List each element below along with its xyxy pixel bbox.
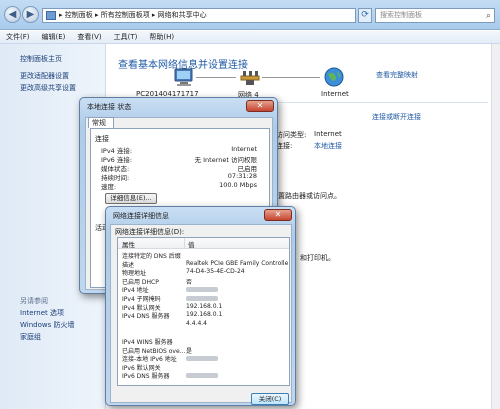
redacted-value: [186, 287, 218, 293]
local-connection-link[interactable]: 本地连接: [314, 141, 342, 151]
sidebar-item-advanced-sharing[interactable]: 更改高级共享设置: [20, 83, 76, 93]
sidebar-item-home[interactable]: 控制面板主页: [20, 54, 62, 64]
access-type-value: Internet: [314, 130, 342, 138]
refresh-icon[interactable]: ⟳: [358, 8, 372, 23]
ipv4-value: Internet: [231, 145, 257, 153]
close-icon[interactable]: ✕: [246, 100, 274, 112]
sidebar-item-adapter-settings[interactable]: 更改适配器设置: [20, 71, 69, 81]
status-dialog-title: 本地连接 状态: [87, 103, 132, 111]
sidebar-item-internet-options[interactable]: Internet 选项: [20, 308, 64, 318]
speed-value: 100.0 Mbps: [219, 181, 257, 189]
forward-button[interactable]: ▶: [22, 6, 39, 23]
partial-text: 设置路由器或访问点。: [271, 192, 341, 200]
redacted-value: [186, 373, 218, 379]
details-button[interactable]: 详细信息(E)...: [105, 193, 157, 204]
internet-label: Internet: [321, 90, 349, 98]
menu-bar: 文件(F) 编辑(E) 查看(V) 工具(T) 帮助(H): [0, 31, 500, 44]
column-divider[interactable]: [184, 238, 185, 249]
globe-icon: [324, 67, 344, 87]
see-also-title: 另请参阅: [20, 297, 48, 305]
tab-general[interactable]: 常规: [88, 117, 114, 128]
partial-text: 和打印机。: [300, 254, 335, 262]
table-row[interactable]: IPv4 DNS 服务器 192.168.0.1: [118, 311, 289, 320]
table-row[interactable]: 4.4.4.4: [118, 319, 289, 328]
table-row[interactable]: 物理地址 74-D4-35-4E-CD-24: [118, 268, 289, 277]
menu-help[interactable]: 帮助(H): [143, 31, 180, 44]
search-icon[interactable]: ⌕: [486, 10, 491, 23]
redacted-value: [186, 296, 218, 301]
row-value: Realtek PCIe GBE Family Controlle: [186, 259, 289, 267]
explorer-toolbar: ◀ ▶ ▸ 控制面板 ▸ 所有控制面板项 ▸ 网络和共享中心 ⟳ 搜索控制面板 …: [0, 0, 500, 30]
menu-edit[interactable]: 编辑(E): [36, 31, 72, 44]
row-value: 192.168.0.1: [186, 302, 223, 310]
close-icon[interactable]: ✕: [264, 209, 292, 221]
menu-view[interactable]: 查看(V): [71, 31, 107, 44]
table-row[interactable]: 已启用 NetBIOS ove... 是: [118, 346, 289, 355]
table-row[interactable]: 连接特定的 DNS 后缀: [118, 251, 289, 260]
speed-label: 速度:: [101, 183, 117, 191]
row-value: 4.4.4.4: [186, 319, 207, 327]
table-row[interactable]: IPv4 子网掩码: [118, 294, 289, 303]
access-type-label: 访问类型:: [276, 131, 307, 139]
details-dialog-title: 网络连接详细信息: [113, 212, 169, 220]
sidebar-item-homegroup[interactable]: 家庭组: [20, 332, 41, 342]
control-panel-icon: [46, 11, 56, 20]
table-row[interactable]: IPv6 DNS 服务器: [118, 371, 289, 381]
redacted-value: [186, 356, 218, 362]
table-header: 属性 值: [118, 238, 289, 249]
row-value: 74-D4-35-4E-CD-24: [186, 268, 245, 276]
address-path: ▸ 控制面板 ▸ 所有控制面板项 ▸ 网络和共享中心: [59, 11, 207, 19]
search-placeholder: 搜索控制面板: [380, 11, 422, 19]
network-icon: [240, 71, 260, 85]
back-button[interactable]: ◀: [4, 6, 21, 23]
table-row[interactable]: IPv4 地址: [118, 285, 289, 294]
menu-file[interactable]: 文件(F): [0, 31, 36, 44]
search-input[interactable]: 搜索控制面板 ⌕: [375, 8, 495, 23]
connect-disconnect-link[interactable]: 连接或断开连接: [372, 112, 421, 122]
details-dialog: 网络连接详细信息 ✕ 网络连接详细信息(D): 属性 值 连接特定的 DNS 后…: [105, 206, 296, 406]
row-value: 192.168.0.1: [186, 311, 223, 319]
table-row[interactable]: 已启用 DHCP 否: [118, 277, 289, 286]
column-header-value[interactable]: 值: [188, 239, 195, 249]
vertical-scrollbar[interactable]: [491, 44, 500, 409]
computer-icon: [174, 68, 193, 86]
close-button[interactable]: 关闭(C): [251, 393, 289, 405]
full-map-link[interactable]: 查看完整映射: [376, 70, 418, 80]
map-link-line: [262, 77, 320, 78]
table-row[interactable]: IPv6 默认网关: [118, 363, 289, 372]
map-link-line: [196, 77, 236, 78]
menu-tools[interactable]: 工具(T): [108, 31, 144, 44]
table-row[interactable]: IPv4 WINS 服务器: [118, 337, 289, 346]
section-connection: 连接: [95, 135, 109, 143]
connection-label: 连接:: [276, 142, 293, 150]
duration-value: 07:31:28: [227, 172, 257, 180]
details-table[interactable]: 属性 值 连接特定的 DNS 后缀 描述 Realtek PCIe GBE Fami…: [117, 237, 290, 386]
sidebar-item-firewall[interactable]: Windows 防火墙: [20, 320, 74, 330]
table-row[interactable]: [118, 328, 289, 336]
table-row[interactable]: 描述 Realtek PCIe GBE Family Controlle: [118, 259, 289, 269]
details-caption: 网络连接详细信息(D):: [115, 228, 185, 236]
table-row[interactable]: 连接-本地 IPv6 地址: [118, 354, 289, 363]
table-row[interactable]: IPv4 默认网关 192.168.0.1: [118, 302, 289, 312]
column-header-property[interactable]: 属性: [122, 239, 135, 249]
row-property: IPv6 DNS 服务器: [122, 373, 170, 381]
address-bar[interactable]: ▸ 控制面板 ▸ 所有控制面板项 ▸ 网络和共享中心: [42, 8, 356, 23]
